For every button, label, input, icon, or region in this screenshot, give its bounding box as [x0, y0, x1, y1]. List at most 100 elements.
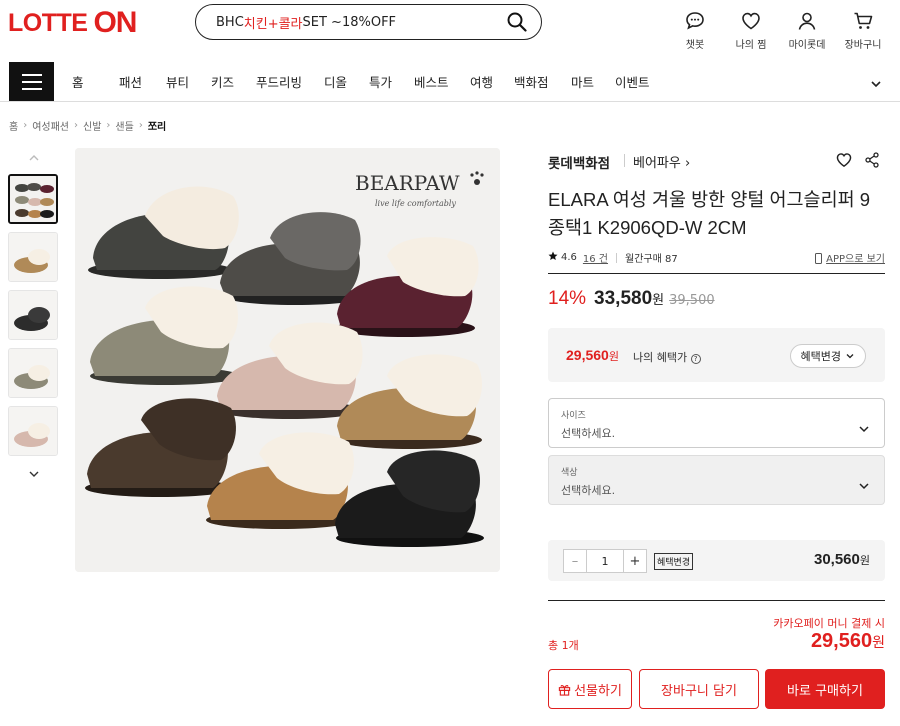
gift-icon — [558, 684, 571, 696]
nav-item-event[interactable]: 이벤트 — [615, 72, 665, 91]
sale-price: 33,580 — [594, 288, 653, 309]
total-price: 29,560원 — [810, 630, 885, 652]
rating-score: 4.6 — [561, 252, 577, 263]
search-input[interactable]: BHC 치킨+콜라 SET ~18%OFF — [195, 4, 542, 40]
seller-divider — [624, 154, 625, 167]
brand-link[interactable]: 베어파우 › — [633, 152, 690, 171]
menu-button[interactable] — [9, 62, 54, 101]
search-text-suffix: SET ~18%OFF — [302, 14, 397, 30]
monthly-purchases: 월간구매 87 — [625, 254, 678, 265]
add-to-cart-button[interactable]: 장바구니 담기 — [639, 669, 759, 709]
gift-button[interactable]: 선물하기 — [548, 669, 632, 709]
category-nav: 홈 패션 뷰티 키즈 푸드리빙 디올 특가 베스트 여행 백화점 마트 이벤트 — [0, 62, 900, 102]
seller-name[interactable]: 롯데백화점 — [548, 152, 610, 172]
size-select-label: 사이즈 — [561, 411, 586, 421]
breadcrumb-home[interactable]: 홈 — [9, 118, 18, 133]
chevron-down-icon — [858, 476, 870, 495]
star-icon — [548, 251, 558, 264]
header: LOTTE ON BHC 치킨+콜라 SET ~18%OFF 챗봇 나의 찜 마… — [0, 0, 900, 62]
color-select[interactable]: 색상 선택하세요. — [548, 455, 885, 505]
breadcrumb-sandals[interactable]: 샌들 — [115, 118, 133, 133]
benefit-box: 29,560원 나의 혜택가 ? 혜택변경 — [548, 328, 885, 382]
kakaopay-note: 카카오페이 머니 결제 시 — [773, 617, 885, 630]
logo-text-on: ON — [93, 6, 137, 39]
total-count: 총 1개 — [548, 639, 579, 652]
thumbnail-5[interactable] — [8, 406, 58, 456]
nav-item-home[interactable]: 홈 — [72, 72, 119, 91]
thumbnail-2[interactable] — [8, 232, 58, 282]
share-icon[interactable] — [864, 152, 880, 172]
action-buttons: 선물하기 장바구니 담기 바로 구매하기 — [548, 669, 885, 709]
chevron-down-icon[interactable] — [870, 75, 882, 94]
qty-benefit-tag[interactable]: 혜택변경 — [654, 553, 694, 570]
nav-items: 홈 패션 뷰티 키즈 푸드리빙 디올 특가 베스트 여행 백화점 마트 이벤트 — [72, 62, 665, 101]
nav-item-mart[interactable]: 마트 — [571, 72, 615, 91]
nav-item-beauty[interactable]: 뷰티 — [166, 72, 211, 91]
breadcrumb-womens-fashion[interactable]: 여성패션 — [32, 118, 69, 133]
discount-rate: 14% — [548, 288, 587, 309]
rating-row: 4.6 16 건 월간구매 87 — [548, 250, 678, 265]
nav-item-best[interactable]: 베스트 — [414, 72, 470, 91]
price-row: 14% 33,580 원 39,500 — [548, 288, 715, 310]
divider — [548, 273, 885, 274]
buy-now-button[interactable]: 바로 구매하기 — [765, 669, 885, 709]
search-text-prefix: BHC — [216, 14, 244, 30]
product-main-image[interactable]: BEARPAW live life comfortably — [75, 148, 500, 572]
divider — [548, 600, 885, 601]
thumb-up-icon[interactable] — [8, 148, 60, 162]
plus-icon[interactable]: + — [624, 550, 646, 572]
nav-item-food-living[interactable]: 푸드리빙 — [256, 72, 324, 91]
wishlist-button[interactable]: 나의 찜 — [726, 10, 776, 51]
review-count-link[interactable]: 16 건 — [583, 250, 608, 265]
quantity-price: 30,560원 — [813, 551, 870, 568]
chatbot-button[interactable]: 챗봇 — [670, 10, 720, 51]
breadcrumb-shoes[interactable]: 신발 — [83, 118, 101, 133]
nav-item-kids[interactable]: 키즈 — [211, 72, 256, 91]
benefit-change-button[interactable]: 혜택변경 — [789, 344, 866, 368]
chat-icon — [686, 12, 704, 30]
cart-icon — [854, 12, 873, 29]
product-title: ELARA 여성 겨울 방한 양털 어그슬리퍼 9종택1 K2906QD-W 2… — [548, 189, 871, 238]
breadcrumb: 홈 › 여성패션 › 신발 › 샌들 › 쪼리 — [9, 118, 167, 133]
info-icon[interactable]: ? — [690, 354, 701, 364]
color-select-label: 색상 — [561, 468, 578, 478]
wish-heart-icon[interactable] — [835, 151, 853, 173]
size-select[interactable]: 사이즈 선택하세요. — [548, 398, 885, 448]
svg-text:live life comfortably: live life comfortably — [375, 199, 456, 208]
my-lotte-button[interactable]: 마이롯데 — [782, 10, 832, 51]
chevron-down-icon — [846, 354, 854, 359]
chatbot-label: 챗봇 — [685, 40, 705, 51]
heart-icon — [742, 12, 760, 30]
thumbnail-4[interactable] — [8, 348, 58, 398]
benefit-label: 나의 혜택가 ? — [633, 349, 701, 365]
person-icon — [798, 12, 816, 30]
breadcrumb-current: 쪼리 — [147, 122, 167, 133]
nav-item-travel[interactable]: 여행 — [470, 72, 514, 91]
app-view-link[interactable]: APP으로 보기 — [815, 250, 885, 265]
lotte-on-logo[interactable]: LOTTE ON — [8, 6, 137, 40]
svg-text:BEARPAW: BEARPAW — [355, 171, 460, 195]
thumbnail-list — [8, 148, 60, 478]
minus-icon[interactable]: – — [564, 550, 586, 572]
color-select-value: 선택하세요. — [561, 484, 616, 497]
quantity-stepper[interactable]: – 1 + — [563, 549, 647, 573]
logo-text-lotte: LOTTE — [8, 8, 88, 37]
nav-item-dior[interactable]: 디올 — [324, 72, 369, 91]
wishlist-label: 나의 찜 — [735, 40, 767, 51]
thumbnail-3[interactable] — [8, 290, 58, 340]
thumbnail-1[interactable] — [8, 174, 58, 224]
quantity-value[interactable]: 1 — [586, 550, 624, 572]
search-icon[interactable] — [507, 12, 527, 36]
nav-item-special[interactable]: 특가 — [369, 72, 414, 91]
thumb-down-icon[interactable] — [8, 464, 60, 478]
nav-item-department[interactable]: 백화점 — [514, 72, 571, 91]
original-price: 39,500 — [669, 293, 715, 308]
quantity-box: – 1 + 혜택변경 30,560원 — [548, 540, 885, 581]
nav-item-fashion[interactable]: 패션 — [119, 72, 166, 91]
chevron-down-icon — [858, 419, 870, 438]
benefit-price: 29,560원 — [566, 347, 619, 363]
price-unit: 원 — [652, 293, 665, 308]
cart-button[interactable]: 장바구니 — [838, 10, 888, 51]
search-text-highlight: 치킨+콜라 — [243, 16, 303, 32]
my-lotte-label: 마이롯데 — [788, 40, 826, 51]
